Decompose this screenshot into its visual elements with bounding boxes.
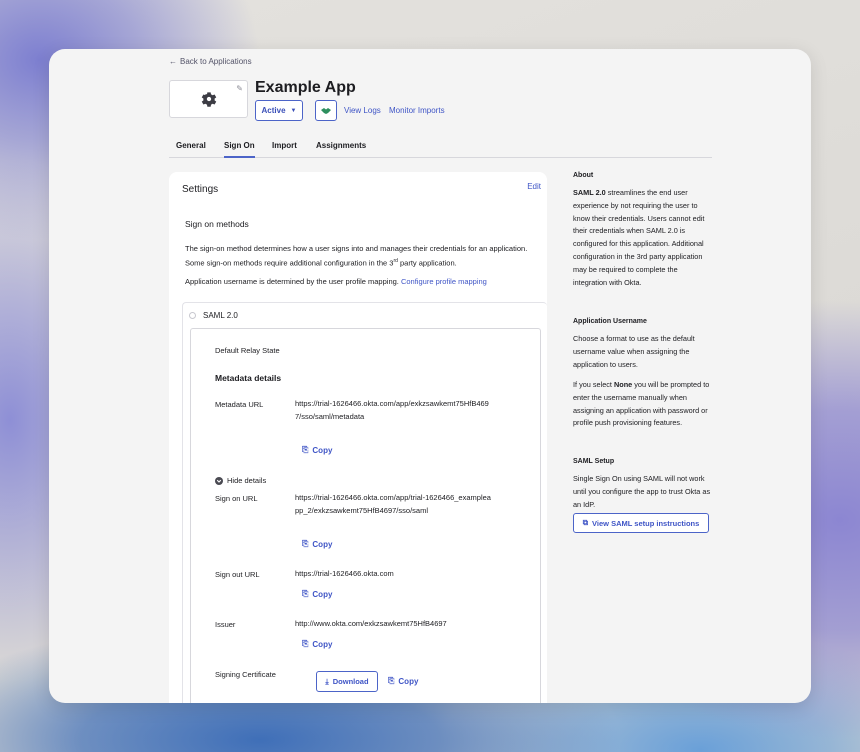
edit-button[interactable]: Edit [527, 182, 541, 191]
metadata-details-heading: Metadata details [215, 373, 282, 383]
hide-details-toggle[interactable]: Hide details [215, 476, 266, 485]
about-bold: SAML 2.0 [573, 188, 606, 197]
copy-sign-out-url-button[interactable]: ⎘ Copy [302, 589, 332, 599]
tab-import[interactable]: Import [272, 141, 297, 158]
configure-profile-mapping-link[interactable]: Configure profile mapping [401, 277, 487, 286]
page-title: Example App [255, 79, 356, 96]
tab-general[interactable]: General [176, 141, 206, 158]
view-saml-setup-label: View SAML setup instructions [592, 518, 700, 528]
app-logo[interactable]: ✎ [169, 80, 248, 118]
metadata-url-label: Metadata URL [215, 400, 264, 409]
sign-on-description: The sign-on method determines how a user… [185, 242, 535, 270]
tab-assignments[interactable]: Assignments [316, 141, 366, 158]
signing-certificate-label: Signing Certificate [215, 670, 276, 679]
monitor-imports-link[interactable]: Monitor Imports [389, 106, 445, 115]
download-label: Download [332, 677, 369, 686]
copy-issuer-button[interactable]: ⎘ Copy [302, 639, 332, 649]
username-mapping-text: Application username is determined by th… [185, 275, 535, 288]
issuer-label: Issuer [215, 620, 236, 629]
none-bold: None [613, 380, 633, 389]
clipboard-icon: ⎘ [388, 676, 395, 685]
hide-details-label: Hide details [227, 476, 267, 485]
tab-sign-on[interactable]: Sign On [224, 141, 255, 158]
clipboard-icon: ⎘ [302, 445, 309, 454]
copy-certificate-button[interactable]: ⎘ Copy [388, 676, 418, 686]
copy-sign-on-url-button[interactable]: ⎘ Copy [302, 539, 332, 549]
tab-bar: General Sign On Import Assignments [169, 139, 712, 158]
copy-label: Copy [312, 589, 333, 599]
about-body: streamlines the end user experience by n… [573, 188, 705, 287]
application-username-heading: Application Username [573, 318, 647, 325]
sign-on-description-text: The sign-on method determines how a user… [185, 244, 528, 268]
copy-label: Copy [312, 639, 333, 649]
clipboard-icon: ⎘ [302, 639, 309, 648]
saml-radio[interactable] [189, 312, 196, 319]
arrow-left-icon: ← [169, 57, 177, 66]
sign-on-methods-heading: Sign on methods [185, 219, 249, 229]
app-window: ← Back to Applications ✎ Example App Act… [49, 49, 811, 703]
none-option-text: If you select None you will be prompted … [573, 379, 713, 430]
relay-state-label: Default Relay State [215, 346, 280, 355]
sign-on-description-tail: party application. [397, 258, 457, 268]
saml-setup-text: Single Sign On using SAML will not work … [573, 474, 711, 509]
pencil-icon[interactable]: ✎ [236, 84, 243, 93]
gear-icon [201, 92, 216, 107]
clipboard-icon: ⎘ [302, 589, 309, 598]
sign-on-url-value: https://trial-1626466.okta.com/app/trial… [295, 493, 491, 515]
settings-title: Settings [182, 184, 219, 195]
caret-down-icon: ▼ [290, 107, 297, 114]
settings-card: Settings Edit Sign on methods The sign-o… [169, 172, 547, 703]
download-icon: ⤓ [325, 676, 329, 686]
none-prefix: If you select [573, 380, 614, 389]
issuer-value: http://www.okta.com/exkzsawkemt75HfB4697 [295, 619, 447, 628]
back-to-applications-link[interactable]: ← Back to Applications [169, 57, 252, 66]
view-saml-setup-button[interactable]: ⧉ View SAML setup instructions [573, 513, 709, 533]
saml-radio-label: SAML 2.0 [203, 311, 238, 320]
clipboard-icon: ⎘ [302, 539, 309, 548]
about-heading: About [573, 172, 594, 179]
copy-label: Copy [312, 539, 333, 549]
status-dropdown[interactable]: Active ▼ [255, 100, 303, 121]
back-link-label: Back to Applications [180, 57, 252, 66]
main-content: ← Back to Applications ✎ Example App Act… [169, 49, 769, 703]
about-text: SAML 2.0 streamlines the end user experi… [573, 187, 713, 289]
view-logs-link[interactable]: View Logs [344, 106, 381, 115]
push-status-button[interactable] [315, 100, 337, 121]
handshake-icon [321, 107, 331, 114]
copy-metadata-url-button[interactable]: ⎘ Copy [302, 445, 332, 455]
copy-label: Copy [398, 676, 419, 686]
copy-label: Copy [312, 445, 333, 455]
external-link-icon: ⧉ [582, 518, 589, 527]
saml-setup-heading: SAML Setup [573, 458, 615, 465]
sign-out-url-value: https://trial-1626466.okta.com [295, 569, 394, 578]
chevron-circle-icon [215, 476, 223, 485]
username-mapping-label: Application username is determined by th… [185, 277, 399, 286]
sign-on-url-label: Sign on URL [215, 494, 258, 503]
download-certificate-button[interactable]: ⤓ Download [316, 671, 378, 692]
sign-out-url-label: Sign out URL [215, 570, 260, 579]
metadata-url-value: https://trial-1626466.okta.com/app/exkzs… [295, 399, 489, 421]
application-username-text: Choose a format to use as the default us… [573, 334, 695, 369]
status-label: Active [261, 106, 286, 115]
